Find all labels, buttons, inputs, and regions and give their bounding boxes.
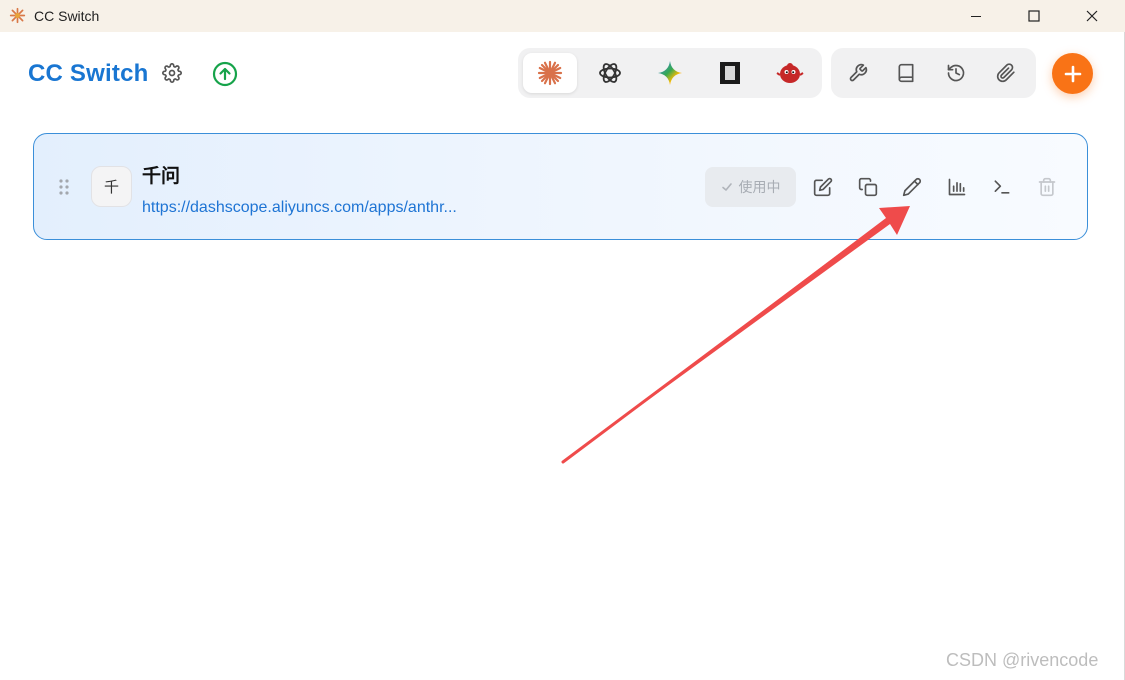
tab-codex[interactable] [583,53,637,93]
provider-card[interactable]: 千 千问 https://dashscope.aliyuncs.com/apps… [33,133,1088,240]
history-button[interactable] [929,53,983,93]
trash-icon [1038,177,1056,197]
settings-button[interactable] [159,60,185,86]
paperclip-icon [996,63,1015,83]
edit-icon [813,177,833,197]
tools-switcher [831,48,1036,98]
usage-stats-button[interactable] [944,174,970,200]
close-button[interactable] [1069,0,1115,32]
add-provider-button[interactable] [1052,53,1093,94]
drag-handle-icon[interactable] [58,178,70,196]
claude-starburst-icon [537,60,563,86]
edit-button[interactable] [810,174,836,200]
in-use-label: 使用中 [738,179,781,195]
provider-url[interactable]: https://dashscope.aliyuncs.com/apps/anth… [142,199,457,217]
red-bird-icon [776,63,804,83]
terminal-button[interactable] [989,174,1015,200]
brand-title[interactable]: CC Switch [28,60,148,88]
provider-avatar: 千 [91,166,132,207]
update-button[interactable] [211,60,238,87]
app-switcher [518,48,822,98]
configure-button[interactable] [899,174,925,200]
maximize-button[interactable] [1011,0,1057,32]
copy-icon [858,177,878,197]
bar-chart-icon [948,178,966,196]
tools-button[interactable] [831,53,885,93]
annotation-arrow [561,206,910,464]
attachments-button[interactable] [979,53,1033,93]
title-bar: CC Switch [0,0,1125,32]
tab-mascot-app[interactable] [763,53,817,93]
pencil-icon [902,177,922,197]
terminal-icon [994,180,1010,194]
tab-terminal-app[interactable] [703,53,757,93]
arrow-up-circle-icon [212,61,237,86]
delete-button[interactable] [1034,174,1060,200]
dark-square-icon [720,62,740,84]
gemini-sparkle-icon [658,61,682,85]
tab-claude[interactable] [523,53,577,93]
close-icon [1086,10,1098,22]
openai-icon [599,63,621,83]
check-icon [721,183,732,191]
duplicate-button[interactable] [855,174,881,200]
app-window: CC Switch CC Switch 千 千问 https://dashsco… [0,0,1125,680]
docs-button[interactable] [879,53,933,93]
minimize-button[interactable] [953,0,999,32]
tab-gemini[interactable] [643,53,697,93]
wrench-icon [849,63,868,82]
maximize-icon [1028,10,1040,22]
provider-name: 千问 [142,166,181,187]
watermark: CSDN @rivencode [946,650,1099,670]
app-logo-icon [9,7,26,24]
window-title: CC Switch [34,8,100,24]
plus-icon [1064,65,1081,82]
book-icon [898,63,914,83]
gear-icon [162,63,182,83]
minimize-icon [971,16,981,17]
in-use-button[interactable]: 使用中 [705,167,796,207]
history-icon [947,64,965,82]
